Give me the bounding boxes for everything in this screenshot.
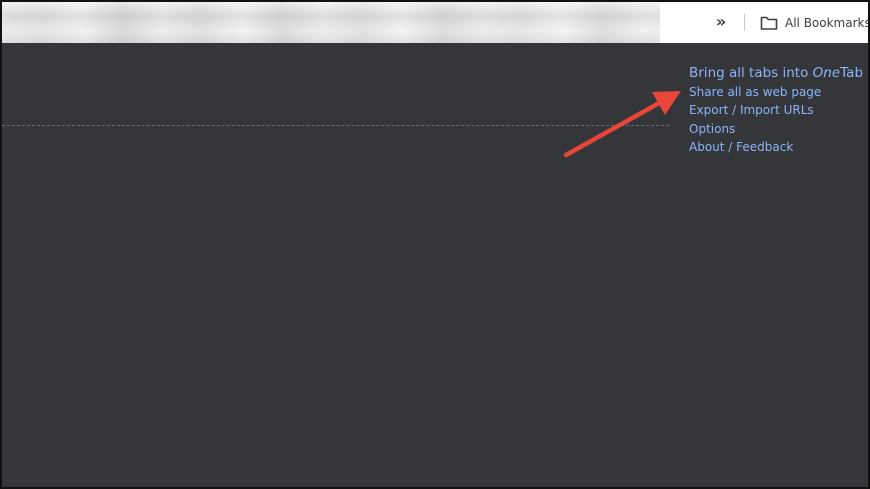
- browser-window: » All Bookmarks Bring all tabs into OneT…: [0, 0, 870, 489]
- blurred-bookmark-items: [2, 2, 660, 43]
- double-chevron-right-icon[interactable]: »: [711, 11, 731, 33]
- all-bookmarks-button[interactable]: All Bookmarks: [760, 12, 870, 34]
- export-import-link[interactable]: Export / Import URLs: [689, 101, 867, 119]
- options-link[interactable]: Options: [689, 120, 867, 138]
- onetab-brand-italic: One: [812, 65, 841, 81]
- folder-icon: [760, 16, 778, 30]
- share-all-link[interactable]: Share all as web page: [689, 83, 867, 101]
- onetab-menu: Bring all tabs into OneTab Share all as …: [689, 64, 867, 156]
- onetab-brand-rest: Tab: [840, 65, 864, 81]
- bring-all-prefix: Bring all tabs into: [689, 65, 813, 81]
- all-bookmarks-label: All Bookmarks: [785, 16, 870, 30]
- bookmarks-bar-divider: [744, 14, 745, 31]
- bookmarks-bar: » All Bookmarks: [2, 2, 868, 43]
- annotation-arrow-icon: [563, 91, 681, 158]
- about-feedback-link[interactable]: About / Feedback: [689, 138, 867, 156]
- bring-all-tabs-link[interactable]: Bring all tabs into OneTab: [689, 64, 867, 82]
